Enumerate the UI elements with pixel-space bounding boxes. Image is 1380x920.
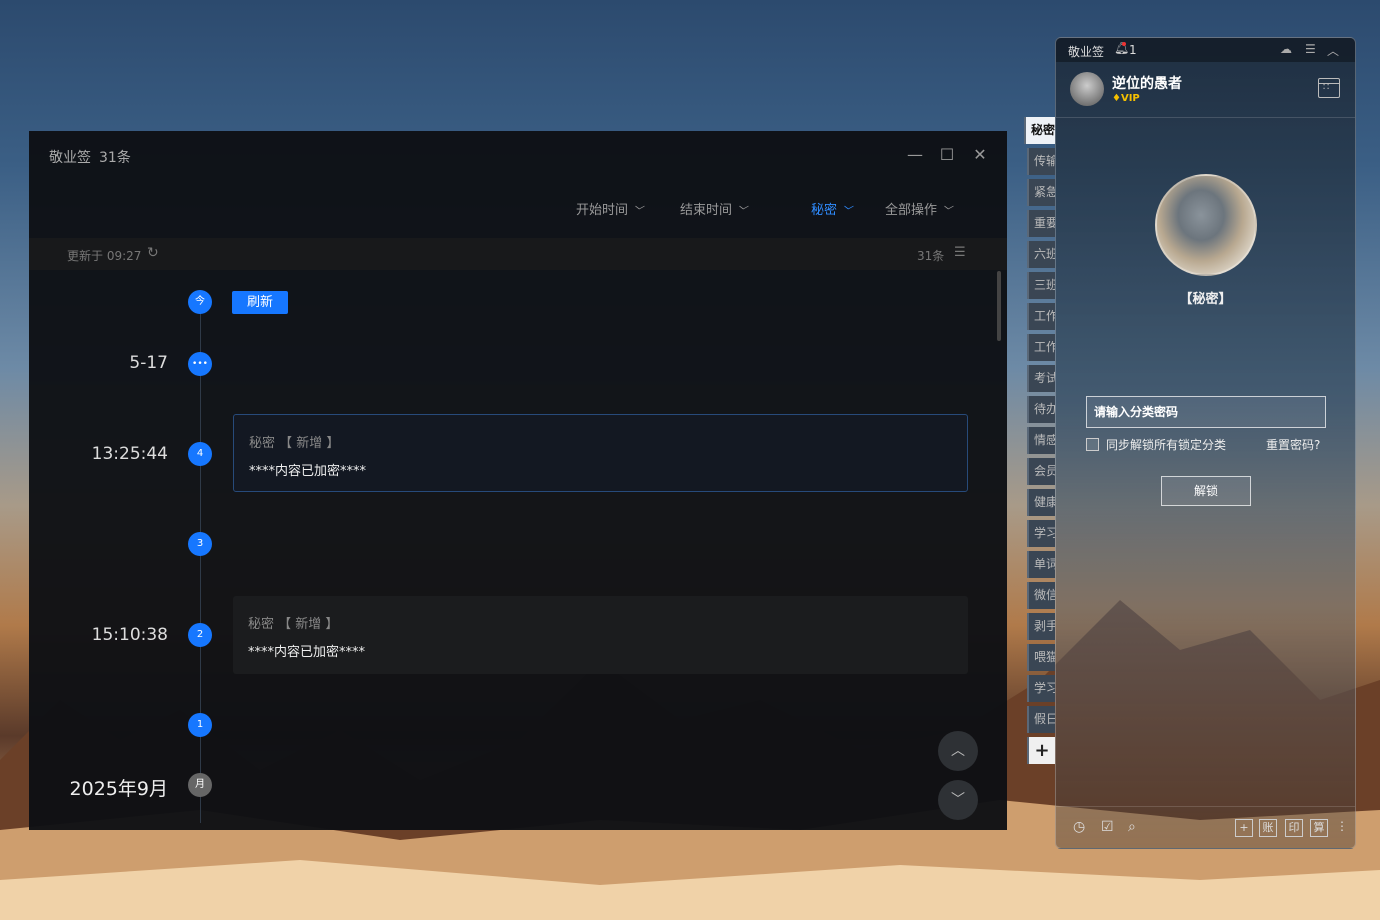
account-button[interactable]: 账	[1259, 819, 1277, 837]
cloud-icon[interactable]: ☁	[1280, 42, 1292, 56]
side-tab[interactable]: 喂猫	[1027, 644, 1055, 671]
title-bar: 敬业签 31条 — ☐ ✕	[29, 131, 1007, 179]
scroll-up-icon[interactable]: ︿	[938, 731, 978, 771]
calendar-icon[interactable]	[1318, 78, 1340, 98]
record-card[interactable]: 秘密 【 新增 】 ****内容已加密****	[233, 596, 968, 674]
diamond-icon: ♦	[1112, 93, 1121, 104]
side-tab[interactable]: 秘密	[1024, 117, 1055, 144]
scrollbar[interactable]	[997, 271, 1001, 341]
node-badge-2: 2	[188, 623, 212, 647]
node-badge-3: 3	[188, 532, 212, 556]
side-tab[interactable]: 学习	[1027, 675, 1055, 702]
filter-start-time[interactable]: 开始时间 ﹀	[576, 199, 643, 218]
more-badge[interactable]: •••	[188, 352, 212, 376]
side-tab[interactable]: 工作	[1027, 303, 1055, 330]
filter-ops-label: 全部操作	[885, 203, 938, 218]
date-label: 5-17	[129, 353, 168, 373]
side-tab[interactable]: 考试	[1027, 365, 1055, 392]
filter-category[interactable]: 秘密 ﹀	[811, 199, 852, 218]
user-name: 逆位的愚者	[1112, 76, 1182, 92]
calc-button[interactable]: 算	[1310, 819, 1328, 837]
sync-checkbox[interactable]	[1086, 438, 1099, 451]
side-tab[interactable]: 情感	[1027, 427, 1055, 454]
minimize-icon[interactable]: —	[905, 145, 925, 165]
checklist-icon[interactable]: ☑	[1101, 819, 1114, 835]
refresh-icon[interactable]: ↻	[147, 245, 159, 261]
today-badge: 今	[188, 290, 212, 314]
time-label: 13:25:44	[91, 444, 168, 464]
side-tab[interactable]: 六班	[1027, 241, 1055, 268]
category-label: 【秘密】	[1179, 292, 1232, 307]
side-tab[interactable]: 剥手	[1027, 613, 1055, 640]
side-tab[interactable]: 健康	[1027, 489, 1055, 516]
chevron-down-icon: ﹀	[633, 206, 644, 217]
more-icon[interactable]: ⋮	[1336, 819, 1348, 833]
month-badge: 月	[188, 773, 212, 797]
info-bar: 更新于 09:27 ↻ 31条 ☰	[29, 238, 1007, 270]
avatar[interactable]	[1070, 72, 1104, 106]
panel-bottom-bar: ◷ ☑ ⌕ + 账 印 算 ⋮	[1056, 806, 1355, 848]
clock-icon[interactable]: ◷	[1073, 819, 1085, 835]
main-window: 敬业签 31条 — ☐ ✕ 开始时间 ﹀ 结束时间 ﹀ 秘密 ﹀ 全部操作 ﹀ 更新于 0…	[29, 131, 1007, 830]
sync-label: 同步解锁所有锁定分类	[1106, 438, 1227, 452]
filter-all-ops[interactable]: 全部操作 ﹀	[885, 199, 952, 218]
search-icon[interactable]: ⌕	[1128, 819, 1136, 835]
chevron-down-icon: ﹀	[842, 206, 853, 217]
filter-end-time[interactable]: 结束时间 ﹀	[680, 199, 747, 218]
filter-start-label: 开始时间	[576, 203, 629, 218]
card-head: 秘密 【 新增 】	[249, 436, 340, 451]
side-tab[interactable]: 工作	[1027, 334, 1055, 361]
side-tab[interactable]: 三班	[1027, 272, 1055, 299]
sync-unlock-option[interactable]: 同步解锁所有锁定分类	[1086, 436, 1226, 453]
node-badge-4: 4	[188, 442, 212, 466]
bell-count: 1	[1129, 43, 1137, 57]
add-tab-icon[interactable]: +	[1027, 737, 1055, 764]
node-badge-1: 1	[188, 713, 212, 737]
side-tab[interactable]: 传输	[1027, 148, 1055, 175]
side-tab[interactable]: 会员	[1027, 458, 1055, 485]
side-tab[interactable]: 单词	[1027, 551, 1055, 578]
record-count: 31条	[917, 249, 945, 263]
add-icon[interactable]: +	[1235, 819, 1253, 837]
window-title: 敬业签 31条	[49, 147, 131, 167]
side-tab[interactable]: 紧急	[1027, 179, 1055, 206]
vip-badge: ♦VIP	[1112, 93, 1140, 104]
time-label: 15:10:38	[91, 625, 168, 645]
close-icon[interactable]: ✕	[970, 145, 990, 165]
side-tab[interactable]: 微信	[1027, 582, 1055, 609]
menu-icon[interactable]: ☰	[1305, 42, 1316, 56]
side-tab[interactable]: 学习	[1027, 520, 1055, 547]
maximize-icon[interactable]: ☐	[937, 145, 957, 165]
chevron-down-icon: ﹀	[737, 206, 748, 217]
panel-top-bar: 敬业签 🔔︎ 1 ☁ ☰ ︿	[1056, 38, 1355, 62]
notification-dot	[1122, 42, 1126, 46]
reset-password-link[interactable]: 重置密码?	[1266, 436, 1320, 453]
app-title: 敬业签	[49, 150, 91, 166]
title-count: 31条	[99, 150, 131, 166]
unlock-button[interactable]: 解锁	[1161, 476, 1251, 506]
card-body: ****内容已加密****	[249, 464, 367, 479]
filter-category-label: 秘密	[811, 203, 838, 218]
updated-time: 更新于 09:27	[67, 249, 142, 263]
chevron-down-icon: ﹀	[942, 206, 953, 217]
vip-label: VIP	[1120, 93, 1140, 104]
record-card[interactable]: 秘密 【 新增 】 ****内容已加密****	[233, 414, 968, 492]
card-body: ****内容已加密****	[248, 645, 366, 660]
category-avatar	[1155, 174, 1257, 276]
card-head: 秘密 【 新增 】	[248, 617, 339, 632]
panel-title: 敬业签	[1068, 45, 1105, 59]
print-button[interactable]: 印	[1285, 819, 1303, 837]
month-label: 2025年9月	[69, 778, 168, 800]
filter-end-label: 结束时间	[680, 203, 733, 218]
user-bar: 逆位的愚者 ♦VIP	[1056, 62, 1355, 118]
list-icon[interactable]: ☰	[954, 245, 966, 260]
collapse-icon[interactable]: ︿	[1327, 42, 1339, 59]
side-tab[interactable]: 重要	[1027, 210, 1055, 237]
sticky-panel: 敬业签 🔔︎ 1 ☁ ☰ ︿ 逆位的愚者 ♦VIP 【秘密】 请输入分类密码 同…	[1055, 37, 1356, 849]
side-tab[interactable]: 待办	[1027, 396, 1055, 423]
side-tab[interactable]: 假日	[1027, 706, 1055, 733]
scroll-down-icon[interactable]: ﹀	[938, 780, 978, 820]
password-input[interactable]: 请输入分类密码	[1086, 396, 1326, 428]
refresh-button[interactable]: 刷新	[232, 291, 288, 314]
